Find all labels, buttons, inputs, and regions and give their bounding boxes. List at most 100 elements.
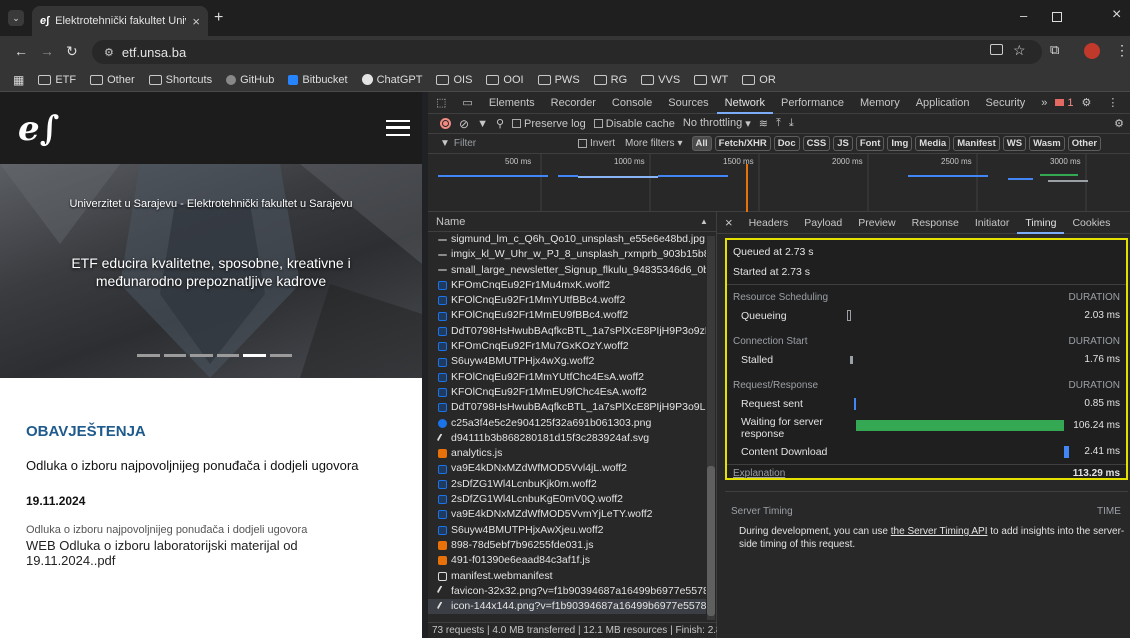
network-settings-icon[interactable]: ⚙ [1114,117,1124,130]
news-title[interactable]: Odluka o izboru najpovoljnijeg ponuđača … [26,458,358,473]
invert-checkbox[interactable]: Invert [578,138,615,149]
bookmark-rg[interactable]: RG [587,70,635,90]
filter-chip-other[interactable]: Other [1067,136,1102,151]
bookmark-ooi[interactable]: OOI [479,70,530,90]
detail-tab-response[interactable]: Response [904,212,967,234]
name-column-header[interactable]: Name ▲ [428,212,717,232]
close-devtools-icon[interactable]: × [1126,92,1130,114]
filter-chip-all[interactable]: All [691,136,712,151]
menu-icon[interactable]: ⋮ [1115,42,1129,59]
request-row[interactable]: 491-f01390e6eaad84c3af1f.js [428,553,706,568]
etf-logo[interactable]: e∫ [18,112,59,146]
apps-icon[interactable]: ▦ [6,70,31,90]
bookmark-chatgpt[interactable]: ChatGPT [355,70,430,90]
filter-chip-doc[interactable]: Doc [773,136,800,151]
more-filters-button[interactable]: More filters ▾ [625,138,682,149]
request-row[interactable]: small_large_newsletter_Signup_flkulu_948… [428,263,706,278]
filter-chip-wasm[interactable]: Wasm [1029,136,1065,151]
news-attachment-link[interactable]: WEB Odluka o izboru laboratorijski mater… [26,538,346,568]
server-timing-api-link[interactable]: the Server Timing API [891,526,988,537]
tab-search-button[interactable]: ⌄ [8,10,24,26]
detail-tab-initiator[interactable]: Initiator [967,212,1017,234]
detail-tab-cookies[interactable]: Cookies [1064,212,1118,234]
filter-chip-ws[interactable]: WS [1002,136,1027,151]
profile-avatar[interactable] [1084,43,1100,59]
filter-input[interactable]: ▼ Filter [428,138,578,149]
request-row[interactable]: S6uyw4BMUTPHjx4wXg.woff2 [428,354,706,369]
filter-chip-media[interactable]: Media [915,136,951,151]
reload-icon[interactable]: ↻ [66,43,78,60]
export-har-icon[interactable]: ⤓ [789,117,794,130]
detail-tab-timing[interactable]: Timing [1017,212,1065,234]
request-row[interactable]: va9E4kDNxMZdWfMOD5VvmYjLeTY.woff2 [428,507,706,522]
error-badge[interactable]: 1 [1055,97,1074,109]
devtools-tab-recorder[interactable]: Recorder [543,92,604,114]
request-row[interactable]: favicon-32x32.png?v=f1b90394687a16499b69… [428,584,706,599]
filter-chip-css[interactable]: CSS [802,136,831,151]
carousel-dot[interactable] [163,354,186,357]
request-row[interactable]: imgix_kl_W_Uhr_w_PJ_8_unsplash_rxmprb_90… [428,247,706,262]
devtools-tab-console[interactable]: Console [604,92,660,114]
request-row[interactable]: d94111b3b868280181d15f3c283924af.svg [428,431,706,446]
filter-chip-manifest[interactable]: Manifest [953,136,1000,151]
address-bar[interactable]: ⚙ etf.unsa.ba [92,40,1042,64]
carousel-dot[interactable] [137,354,160,357]
request-row[interactable]: KFOlCnqEu92Fr1MmYUtfChc4EsA.woff2 [428,370,706,385]
bookmark-github[interactable]: GitHub [219,70,281,90]
minimize-icon[interactable]: – [1020,8,1027,23]
request-row[interactable]: S6uyw4BMUTPHjxAwXjeu.woff2 [428,523,706,538]
detail-tab-payload[interactable]: Payload [796,212,850,234]
inspect-element-icon[interactable]: ⬚ [428,92,454,114]
bookmark-etf[interactable]: ETF [31,70,83,90]
bookmark-ois[interactable]: OIS [429,70,479,90]
back-icon[interactable]: ← [14,43,28,59]
carousel-dot[interactable] [269,354,292,357]
request-row[interactable]: KFOmCnqEu92Fr1Mu4mxK.woff2 [428,278,706,293]
bookmark-pws[interactable]: PWS [531,70,587,90]
request-row[interactable]: manifest.webmanifest [428,569,706,584]
explanation-link[interactable]: Explanation [733,468,785,479]
devtools-tab-sources[interactable]: Sources [660,92,716,114]
record-icon[interactable] [440,118,451,129]
clear-icon[interactable]: ⊘ [459,117,469,131]
request-row[interactable]: analytics.js [428,446,706,461]
settings-gear-icon[interactable]: ⚙ [1074,92,1100,114]
import-har-icon[interactable]: ⤒ [776,117,781,130]
device-toolbar-icon[interactable]: ▭ [454,92,480,114]
request-row[interactable]: KFOlCnqEu92Fr1MmYUtfBBc4.woff2 [428,293,706,308]
request-row[interactable]: va9E4kDNxMZdWfMOD5Vvl4jL.woff2 [428,461,706,476]
request-row[interactable]: c25a3f4e5c2e904125f32a691b061303.png [428,416,706,431]
new-tab-button[interactable]: + [214,9,223,27]
devtools-tab-application[interactable]: Application [908,92,978,114]
forward-icon[interactable]: → [40,43,54,59]
bookmark-star-icon[interactable]: ☆ [1013,42,1026,59]
network-overview-timeline[interactable]: 500 ms 1000 ms 1500 ms 2000 ms 2500 ms 3000 m… [428,154,1130,212]
devtools-tab-memory[interactable]: Memory [852,92,908,114]
hamburger-menu-icon[interactable] [386,120,410,136]
bookmark-wt[interactable]: WT [687,70,735,90]
request-list-scrollbar[interactable] [707,236,715,620]
kebab-menu-icon[interactable]: ⋮ [1099,92,1126,114]
devtools-tab-network[interactable]: Network [716,92,773,114]
site-settings-icon[interactable]: ⚙ [104,46,114,59]
disable-cache-checkbox[interactable]: Disable cache [593,118,675,130]
request-row[interactable]: 898-78d5ebf7b96255fde031.js [428,538,706,553]
devtools-tab-security[interactable]: Security [978,92,1034,114]
preserve-log-checkbox[interactable]: Preserve log [512,118,586,130]
restore-icon[interactable] [1052,12,1062,22]
request-row[interactable]: DdT0798HsHwubBAqfkcBTL_1a7sPlXcE8PIjH9P3… [428,400,706,415]
filter-funnel-icon[interactable]: ▼ [477,118,488,130]
carousel-dot[interactable] [216,354,239,357]
detail-tab-headers[interactable]: Headers [741,212,797,234]
extensions-icon[interactable]: ⧉ [1050,42,1059,58]
filter-chip-fetchxhr[interactable]: Fetch/XHR [714,136,771,151]
browser-tab[interactable]: e∫ Elektrotehnički fakultet Univerzi × [32,6,208,36]
close-icon[interactable]: × [192,14,200,29]
carousel-dot[interactable] [190,354,213,357]
filter-chip-img[interactable]: Img [887,136,913,151]
request-row[interactable]: KFOlCnqEu92Fr1MmEU9fBBc4.woff2 [428,308,706,323]
request-row[interactable]: icon-144x144.png?v=f1b90394687a16499b697… [428,599,706,615]
bookmark-shortcuts[interactable]: Shortcuts [142,70,219,90]
more-tabs-button[interactable]: » [1033,92,1055,114]
bookmark-other[interactable]: Other [83,70,142,90]
